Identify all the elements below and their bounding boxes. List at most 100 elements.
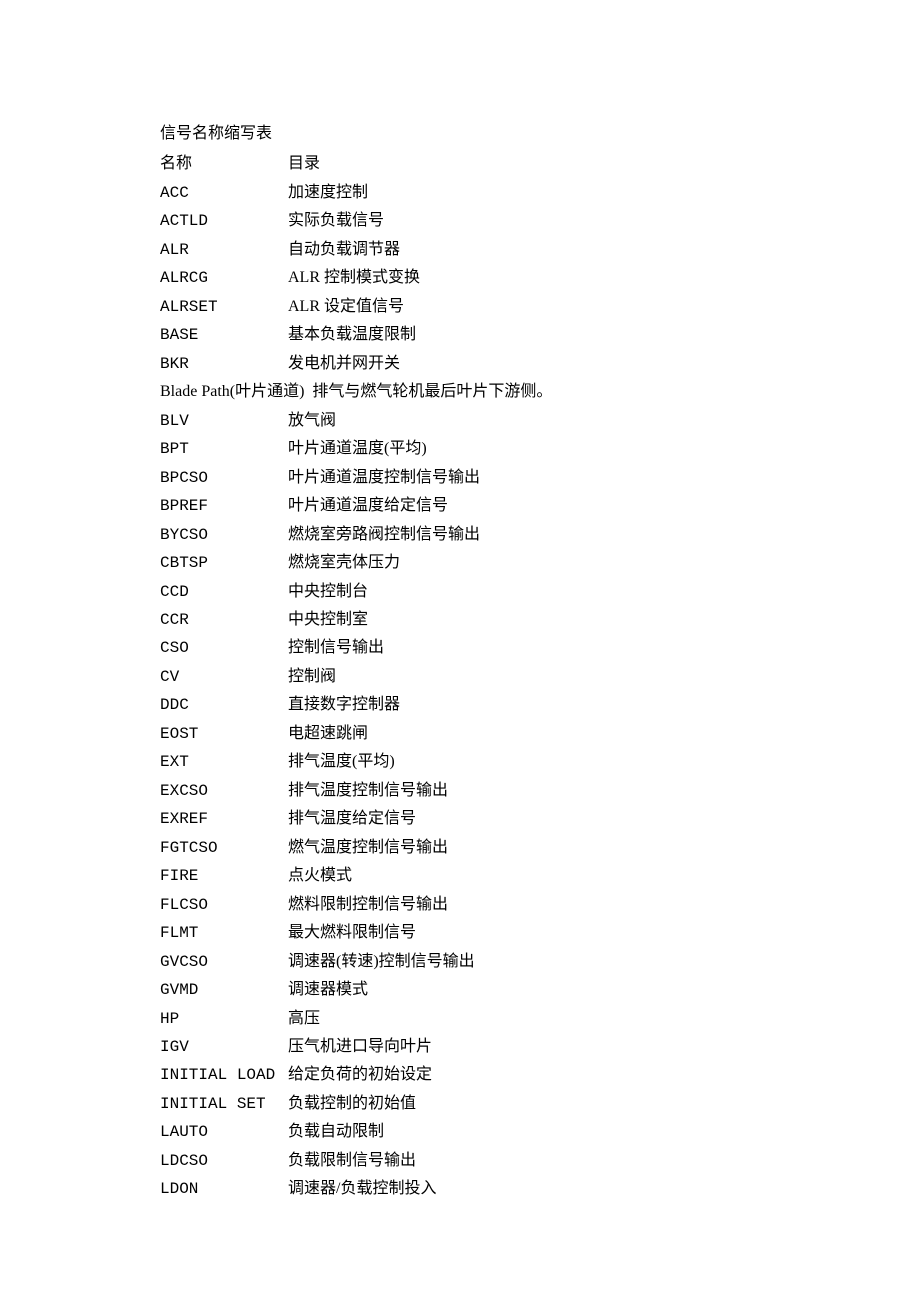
signal-desc: 负载限制信号输出 <box>288 1147 416 1175</box>
table-row: BYCSO燃烧室旁路阀控制信号输出 <box>160 521 920 549</box>
table-row: ACC加速度控制 <box>160 179 920 207</box>
signal-desc: 排气温度(平均) <box>288 748 395 776</box>
table-row: INITIAL SET负载控制的初始值 <box>160 1090 920 1118</box>
table-row: BPREF叶片通道温度给定信号 <box>160 492 920 520</box>
signal-name: FIRE <box>160 862 288 890</box>
table-row: Blade Path(叶片通道) 排气与燃气轮机最后叶片下游侧。 <box>160 378 920 406</box>
signal-name: CV <box>160 663 288 691</box>
page-title: 信号名称缩写表 <box>160 120 920 148</box>
table-row: DDC直接数字控制器 <box>160 691 920 719</box>
table-row: EXREF排气温度给定信号 <box>160 805 920 833</box>
signal-desc: 排气温度给定信号 <box>288 805 416 833</box>
signal-name: BPT <box>160 435 288 463</box>
table-row: LDCSO负载限制信号输出 <box>160 1147 920 1175</box>
table-row: IGV压气机进口导向叶片 <box>160 1033 920 1061</box>
table-row: GVMD调速器模式 <box>160 976 920 1004</box>
signal-name: INITIAL SET <box>160 1090 288 1118</box>
signal-name: HP <box>160 1005 288 1033</box>
table-row: CBTSP燃烧室壳体压力 <box>160 549 920 577</box>
signal-name: BPREF <box>160 492 288 520</box>
signal-desc: 放气阀 <box>288 407 336 435</box>
signal-name: BKR <box>160 350 288 378</box>
signal-name: CCR <box>160 606 288 634</box>
signal-name: LDON <box>160 1175 288 1203</box>
table-row: ALRCGALR 控制模式变换 <box>160 264 920 292</box>
table-row: CCR中央控制室 <box>160 606 920 634</box>
signal-name: FGTCSO <box>160 834 288 862</box>
table-header: 名称 目录 <box>160 150 920 178</box>
signal-desc: 调速器模式 <box>288 976 368 1004</box>
signal-desc: 叶片通道温度给定信号 <box>288 492 448 520</box>
table-row: ALRSETALR 设定值信号 <box>160 293 920 321</box>
signal-name: CSO <box>160 634 288 662</box>
signal-name: BLV <box>160 407 288 435</box>
signal-desc: 点火模式 <box>288 862 352 890</box>
signal-desc: 最大燃料限制信号 <box>288 919 416 947</box>
table-row: LDON调速器/负载控制投入 <box>160 1175 920 1203</box>
signal-name: BASE <box>160 321 288 349</box>
signal-name: IGV <box>160 1033 288 1061</box>
signal-desc: 中央控制台 <box>288 578 368 606</box>
signal-name: CCD <box>160 578 288 606</box>
signal-name: EXREF <box>160 805 288 833</box>
signal-name: INITIAL LOAD <box>160 1061 288 1089</box>
table-row: BLV放气阀 <box>160 407 920 435</box>
signal-desc: 基本负载温度限制 <box>288 321 416 349</box>
table-row: CCD中央控制台 <box>160 578 920 606</box>
table-row: ACTLD实际负载信号 <box>160 207 920 235</box>
signal-desc: 高压 <box>288 1005 320 1033</box>
signal-desc: ALR 设定值信号 <box>288 293 404 321</box>
header-name: 名称 <box>160 150 288 178</box>
signal-desc: 实际负载信号 <box>288 207 384 235</box>
signal-desc: 控制信号输出 <box>288 634 384 662</box>
signal-desc: 燃烧室旁路阀控制信号输出 <box>288 521 480 549</box>
signal-name: LDCSO <box>160 1147 288 1175</box>
signal-desc: 控制阀 <box>288 663 336 691</box>
table-row: FIRE点火模式 <box>160 862 920 890</box>
signal-name: ALR <box>160 236 288 264</box>
signal-desc: 调速器(转速)控制信号输出 <box>288 948 475 976</box>
signal-desc: 发电机并网开关 <box>288 350 400 378</box>
table-row: CSO控制信号输出 <box>160 634 920 662</box>
signal-name: EXCSO <box>160 777 288 805</box>
signal-desc: 加速度控制 <box>288 179 368 207</box>
signal-desc: 调速器/负载控制投入 <box>288 1175 436 1203</box>
signal-name: FLMT <box>160 919 288 947</box>
signal-name: CBTSP <box>160 549 288 577</box>
header-desc: 目录 <box>288 150 320 178</box>
table-body: ACC加速度控制ACTLD实际负载信号ALR自动负载调节器ALRCGALR 控制… <box>160 179 920 1204</box>
signal-desc: 自动负载调节器 <box>288 236 400 264</box>
table-row: EOST电超速跳闸 <box>160 720 920 748</box>
signal-name: LAUTO <box>160 1118 288 1146</box>
table-row: BPCSO叶片通道温度控制信号输出 <box>160 464 920 492</box>
table-row: INITIAL LOAD给定负荷的初始设定 <box>160 1061 920 1089</box>
signal-name: GVMD <box>160 976 288 1004</box>
signal-desc: 燃料限制控制信号输出 <box>288 891 448 919</box>
signal-desc: 直接数字控制器 <box>288 691 400 719</box>
signal-desc: 给定负荷的初始设定 <box>288 1061 432 1089</box>
signal-name: ACTLD <box>160 207 288 235</box>
signal-desc: 压气机进口导向叶片 <box>288 1033 432 1061</box>
table-row: GVCSO调速器(转速)控制信号输出 <box>160 948 920 976</box>
signal-name: BPCSO <box>160 464 288 492</box>
table-row: FGTCSO燃气温度控制信号输出 <box>160 834 920 862</box>
table-row: CV控制阀 <box>160 663 920 691</box>
signal-desc: ALR 控制模式变换 <box>288 264 420 292</box>
signal-desc: 燃烧室壳体压力 <box>288 549 400 577</box>
signal-name: ALRSET <box>160 293 288 321</box>
signal-desc: 燃气温度控制信号输出 <box>288 834 448 862</box>
signal-desc: 中央控制室 <box>288 606 368 634</box>
signal-desc: 电超速跳闸 <box>288 720 368 748</box>
table-row: HP高压 <box>160 1005 920 1033</box>
signal-name: EXT <box>160 748 288 776</box>
signal-desc: 排气温度控制信号输出 <box>288 777 448 805</box>
signal-name: GVCSO <box>160 948 288 976</box>
signal-name: BYCSO <box>160 521 288 549</box>
signal-desc: 负载自动限制 <box>288 1118 384 1146</box>
table-row: FLMT最大燃料限制信号 <box>160 919 920 947</box>
table-row: BPT叶片通道温度(平均) <box>160 435 920 463</box>
signal-desc: 叶片通道温度控制信号输出 <box>288 464 480 492</box>
signal-name: FLCSO <box>160 891 288 919</box>
table-row: BASE基本负载温度限制 <box>160 321 920 349</box>
table-row: ALR自动负载调节器 <box>160 236 920 264</box>
